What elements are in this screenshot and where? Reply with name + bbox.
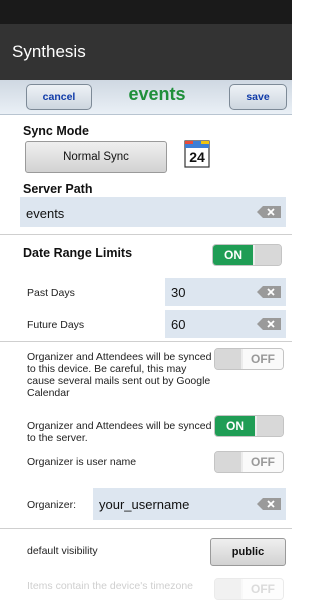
clear-icon[interactable] <box>257 206 281 218</box>
divider <box>0 341 292 342</box>
toggle-off-label: OFF <box>243 452 283 472</box>
toolbar-title: events <box>128 84 186 104</box>
status-bar <box>0 0 292 24</box>
server-path-label: Server Path <box>23 182 93 196</box>
organizer-field-label: Organizer: <box>27 499 77 511</box>
toggle-knob <box>215 349 241 369</box>
organizer-value: your_username <box>99 497 190 512</box>
timezone-toggle[interactable]: OFF <box>214 578 284 600</box>
toggle-knob <box>255 245 281 265</box>
toggle-knob <box>215 579 241 599</box>
server-path-field[interactable]: events <box>20 197 286 227</box>
toggle-knob <box>257 416 283 436</box>
sync-mode-button[interactable]: Normal Sync <box>25 141 167 173</box>
organizer-is-username-text: Organizer is user name <box>27 456 137 468</box>
divider <box>0 528 292 529</box>
future-days-label: Future Days <box>27 319 85 331</box>
organizer-field[interactable]: your_username <box>93 488 286 520</box>
server-path-value: events <box>26 206 65 221</box>
default-visibility-label: default visibility <box>27 545 98 557</box>
calendar-icon: 24 <box>184 138 210 168</box>
visibility-button[interactable]: public <box>210 538 286 566</box>
timezone-label: Items contain the device's timezone <box>27 580 194 592</box>
save-button[interactable]: save <box>229 84 287 110</box>
clear-icon[interactable] <box>257 318 281 330</box>
past-days-field[interactable]: 30 <box>165 278 286 306</box>
toggle-on-label: ON <box>215 416 255 436</box>
organizer-sync-server-toggle[interactable]: ON <box>214 415 284 437</box>
divider <box>0 234 292 235</box>
future-days-field[interactable]: 60 <box>165 310 286 338</box>
date-range-label: Date Range Limits <box>23 246 133 260</box>
organizer-sync-device-text: Organizer and Attendees will be synced t… <box>27 351 212 399</box>
editor-toolbar: cancel events save <box>0 80 292 115</box>
cancel-button[interactable]: cancel <box>26 84 92 110</box>
past-days-value: 30 <box>171 285 186 300</box>
future-days-value: 60 <box>171 317 186 332</box>
clear-icon[interactable] <box>257 286 281 298</box>
organizer-is-username-toggle[interactable]: OFF <box>214 451 284 473</box>
toggle-knob <box>215 452 241 472</box>
app-bar: Synthesis <box>0 24 292 80</box>
past-days-label: Past Days <box>27 287 75 299</box>
sync-mode-label: Sync Mode <box>23 124 89 138</box>
toggle-off-label: OFF <box>243 349 283 369</box>
date-range-toggle[interactable]: ON <box>212 244 282 266</box>
clear-icon[interactable] <box>257 498 281 510</box>
app-title: Synthesis <box>12 42 86 61</box>
toggle-on-label: ON <box>213 245 253 265</box>
organizer-sync-server-text: Organizer and Attendees will be synced t… <box>27 420 212 444</box>
toggle-off-label: OFF <box>243 579 283 599</box>
calendar-day: 24 <box>189 149 205 165</box>
organizer-sync-device-toggle[interactable]: OFF <box>214 348 284 370</box>
